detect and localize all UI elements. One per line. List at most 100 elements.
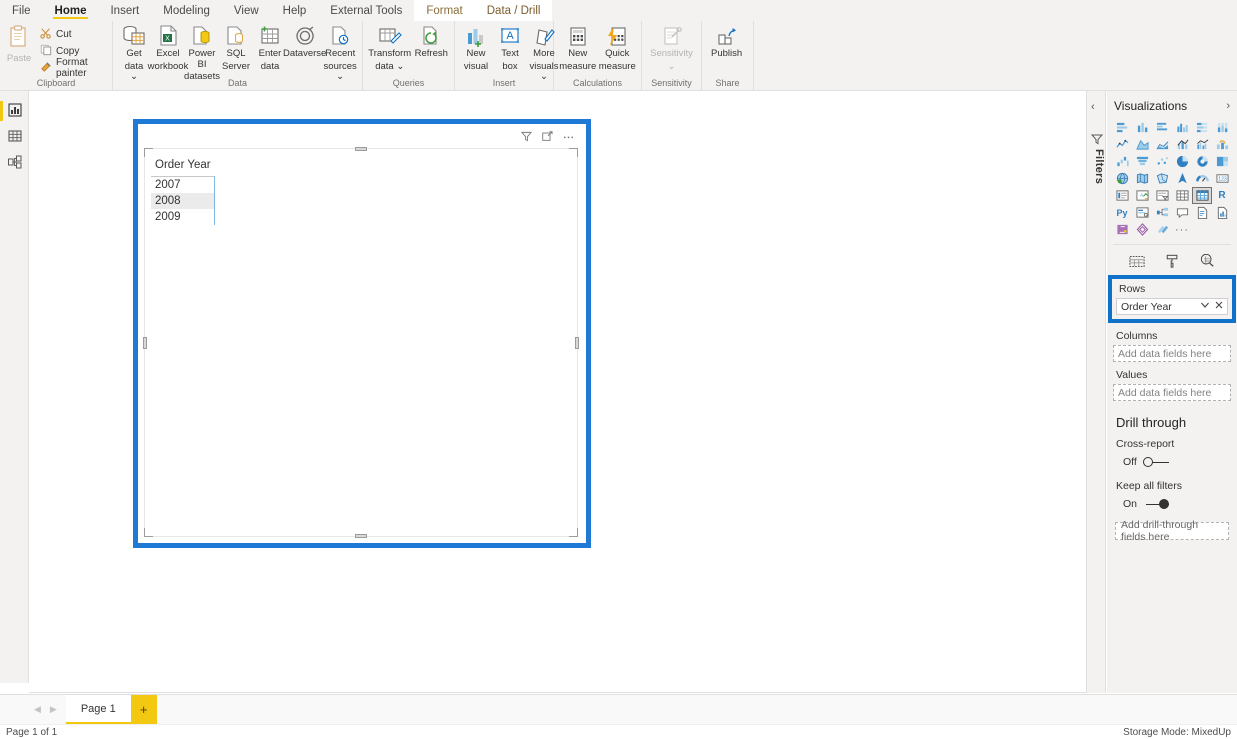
report-canvas[interactable]: Order Year 2007 2008 2009 [29,91,1086,693]
clustered-column-chart-icon[interactable] [1172,119,1192,136]
shape-map-icon[interactable] [1152,170,1172,187]
resize-handle-top[interactable] [355,147,367,151]
resize-handle-top-right[interactable] [569,148,578,157]
scatter-chart-icon[interactable] [1152,153,1172,170]
new-measure-button[interactable]: New measure [558,23,598,72]
power-automate-icon[interactable] [1132,221,1152,238]
dataverse-button[interactable]: Dataverse [283,23,326,60]
get-data-button[interactable]: Get data ⌄ [117,23,151,83]
ribbon-tab-file[interactable]: File [0,0,43,21]
slicer-icon[interactable] [1152,187,1172,204]
line-stacked-column-chart-icon[interactable] [1172,136,1192,153]
sensitivity-button[interactable]: Sensitivity ⌄ [646,23,697,72]
resize-handle-right[interactable] [575,336,579,349]
stacked-bar-chart-icon[interactable] [1112,119,1132,136]
python-visual-icon[interactable]: Py [1112,204,1132,221]
matrix-visual-container[interactable]: Order Year 2007 2008 2009 [133,119,591,548]
ribbon-tab-format[interactable]: Format [414,0,475,21]
qna-icon[interactable] [1172,204,1192,221]
power-apps-icon[interactable] [1112,221,1132,238]
keep-all-filters-toggle[interactable] [1143,498,1170,510]
filters-pane-collapsed[interactable]: ‹ Filters [1086,91,1106,693]
ribbon-tab-view[interactable]: View [222,0,271,21]
format-painter-button[interactable]: Format painter [36,57,108,79]
transform-data-button[interactable]: Transform data ⌄ [367,23,413,72]
focus-mode-icon[interactable] [541,130,554,143]
donut-chart-icon[interactable] [1192,153,1212,170]
drill-through-drop-target[interactable]: Add drill-through fields here [1115,519,1229,543]
table-icon[interactable] [1172,187,1192,204]
table-row[interactable]: 2009 [151,209,214,225]
smart-narrative-icon[interactable] [1192,204,1212,221]
text-box-button[interactable]: A Text box [493,23,527,72]
more-options-icon[interactable] [562,130,575,143]
expand-pane-chevron-icon[interactable]: › [1226,100,1230,112]
azure-ml-icon[interactable] [1152,221,1172,238]
stacked-column-chart-icon[interactable] [1132,119,1152,136]
ribbon-tab-insert[interactable]: Insert [98,0,151,21]
ribbon-tab-data-drill[interactable]: Data / Drill [474,0,553,21]
resize-handle-bottom[interactable] [355,534,367,538]
powerbi-datasets-button[interactable]: Power BI datasets [184,23,220,83]
gauge-icon[interactable] [1192,170,1212,187]
arcgis-map-icon[interactable] [1172,170,1192,187]
fields-table-icon[interactable] [1128,253,1146,269]
new-visual-button[interactable]: New visual [459,23,493,72]
resize-handle-bottom-right[interactable] [569,528,578,537]
card-icon[interactable]: 123 [1212,170,1232,187]
kpi-icon[interactable]: A [1132,187,1152,204]
more-visuals-ellipsis-icon[interactable]: ··· [1172,221,1192,238]
quick-measure-button[interactable]: Quick measure [598,23,638,72]
cut-button[interactable]: Cut [36,26,108,42]
rows-field-pill[interactable]: Order Year [1116,298,1228,315]
close-icon[interactable] [1215,301,1223,312]
table-row[interactable]: 2007 [151,177,214,193]
area-chart-icon[interactable] [1132,136,1152,153]
magnifier-analytics-icon[interactable] [1198,253,1216,269]
decomposition-tree-icon[interactable] [1152,204,1172,221]
treemap-icon[interactable] [1212,153,1232,170]
expand-filters-chevron-icon[interactable]: ‹ [1091,101,1095,113]
add-page-button[interactable]: + [130,695,157,724]
ribbon-tab-modeling[interactable]: Modeling [151,0,222,21]
filter-icon[interactable] [520,130,533,143]
line-clustered-column-chart-icon[interactable] [1192,136,1212,153]
ribbon-tab-external-tools[interactable]: External Tools [318,0,414,21]
hundred-percent-stacked-column-icon[interactable] [1212,119,1232,136]
sidebar-item-model-view[interactable] [0,150,29,176]
funnel-chart-icon[interactable] [1132,153,1152,170]
values-drop-target[interactable]: Add data fields here [1113,384,1231,401]
paginated-report-icon[interactable] [1212,204,1232,221]
filled-map-icon[interactable] [1132,170,1152,187]
ribbon-chart-icon[interactable] [1212,136,1232,153]
line-chart-icon[interactable] [1112,136,1132,153]
paint-roller-icon[interactable] [1163,253,1181,269]
pie-chart-icon[interactable] [1172,153,1192,170]
resize-handle-left[interactable] [143,336,147,349]
sidebar-item-data-view[interactable] [0,124,29,150]
waterfall-chart-icon[interactable] [1112,153,1132,170]
chevron-down-icon[interactable] [1200,301,1210,312]
map-icon[interactable] [1112,170,1132,187]
resize-handle-top-left[interactable] [144,148,153,157]
table-row[interactable]: 2008 [151,193,214,209]
r-script-visual-icon[interactable]: R [1212,187,1232,204]
recent-sources-button[interactable]: Recent sources ⌄ [322,23,358,83]
sidebar-item-report-view[interactable] [0,98,29,124]
refresh-button[interactable]: Refresh [413,23,451,60]
excel-workbook-button[interactable]: X Excel workbook [148,23,188,72]
multi-row-card-icon[interactable] [1112,187,1132,204]
matrix-icon[interactable] [1192,187,1212,204]
sql-server-button[interactable]: SQL Server [219,23,253,72]
cross-report-toggle-row[interactable]: Off [1107,454,1237,478]
hundred-percent-stacked-bar-icon[interactable] [1192,119,1212,136]
paste-button[interactable]: Paste [4,23,36,64]
publish-button[interactable]: Publish [706,23,747,60]
ribbon-tab-help[interactable]: Help [271,0,319,21]
ribbon-tab-home[interactable]: Home [43,0,99,21]
matrix-column-header[interactable]: Order Year [151,157,215,176]
key-influencers-icon[interactable] [1132,204,1152,221]
cross-report-toggle[interactable] [1142,456,1169,468]
resize-handle-bottom-left[interactable] [144,528,153,537]
clustered-bar-chart-icon[interactable] [1152,119,1172,136]
